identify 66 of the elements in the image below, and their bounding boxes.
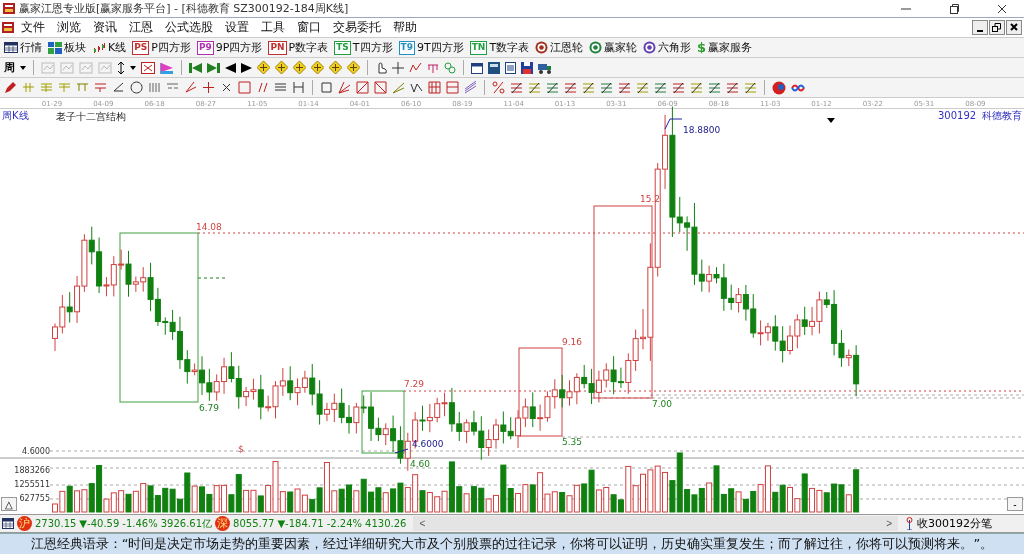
index-amount: 4130.26 (365, 518, 407, 529)
price-label: 7.29 (404, 379, 425, 389)
stock-code: 300192 (938, 110, 977, 121)
axis-label: 1255511 (14, 480, 50, 489)
index-change: ▼-184.71 (277, 518, 324, 529)
price-label: 18.8800 (683, 125, 721, 135)
toolbar-button[interactable]: TN T数字表 (469, 39, 530, 56)
menu-item[interactable]: 公式选股 (160, 19, 218, 36)
menu-item[interactable]: 设置 (220, 19, 254, 36)
letter-tag-icon: PS (132, 40, 150, 55)
price-label: 7.00 (652, 399, 673, 409)
menu-item[interactable]: 帮助 (388, 19, 422, 36)
window-title: 赢家江恩专业版[赢家服务平台] - [科德教育 SZ300192-184周K线] (19, 1, 350, 16)
toolbar-button[interactable]: K线 (92, 39, 127, 56)
scroll-left-button[interactable]: < (419, 518, 426, 529)
index-percent: -2.24% (326, 518, 363, 529)
toolbar-button[interactable]: TS T四方形 (334, 39, 393, 56)
price-label: 5.35 (562, 437, 583, 447)
menu-item[interactable]: 浏览 (52, 19, 86, 36)
period-dropdown[interactable]: 周 (4, 60, 15, 75)
menu-item[interactable]: 窗口 (292, 19, 326, 36)
price-label: 6.79 (199, 403, 220, 413)
letter-tag-icon: P9 (196, 40, 214, 55)
axis-label: 627755 (19, 494, 50, 503)
toolbar-button[interactable]: 赢家轮 (589, 39, 638, 56)
price-label: 4.60 (410, 459, 431, 469)
index-percent: -1.46% (122, 518, 158, 529)
menu-item[interactable]: 工具 (256, 19, 290, 36)
feed-label: 收300192分笔 (917, 516, 992, 531)
toolbar-button[interactable]: $赢家服务 (697, 39, 753, 56)
toolbar-button[interactable]: 江恩轮 (535, 39, 584, 56)
index-value: 2730.15 (35, 518, 77, 529)
toolbar-button[interactable]: 行情 (4, 39, 42, 56)
menu-item[interactable]: 文件 (16, 19, 50, 36)
menu-item[interactable]: 交易委托 (328, 19, 386, 36)
index-badge: 沪 (17, 516, 32, 531)
letter-tag-icon: PN (268, 40, 287, 55)
toolbar-button[interactable]: PN P数字表 (268, 39, 329, 56)
study-title: 老子十二宫结构 (56, 111, 126, 122)
letter-tag-icon: TN (469, 40, 488, 55)
dollar-icon: $ (697, 40, 707, 55)
stock-name: 科德教育 (982, 110, 1022, 121)
menu-item[interactable]: 资讯 (88, 19, 122, 36)
toolbar-button[interactable]: 板块 (48, 39, 86, 56)
period-label: 周K线 (2, 110, 29, 121)
quote-text: 江恩经典语录：“时间是决定市场走势的重要因素，经过详细研究大市及个别股票的过往记录，你将可以证明，历史确实重复发生；而了解过往，你将可以预测将来。”。 (30, 535, 994, 553)
axis-label: 4.6000 (22, 447, 50, 456)
toolbar-button[interactable]: T9 9T四方形 (398, 39, 464, 56)
panel-up-button[interactable]: △ (1, 497, 17, 511)
index-amount: 3926.61亿 (160, 516, 213, 531)
price-label: 4.6000 (412, 439, 444, 449)
index-badge: 深 (215, 516, 231, 531)
letter-tag-icon: TS (334, 40, 351, 55)
menu-item[interactable]: 江恩 (124, 19, 158, 36)
price-label: 9.16 (562, 337, 583, 347)
panel-down-button[interactable]: - (1007, 497, 1023, 511)
price-label: $ (238, 444, 244, 454)
scroll-right-button[interactable]: > (886, 518, 892, 529)
price-label: 14.08 (196, 222, 222, 232)
toolbar-button[interactable]: P9 9P四方形 (196, 39, 263, 56)
axis-label: 1883266 (14, 466, 50, 475)
toolbar-button[interactable]: PS P四方形 (132, 39, 191, 56)
letter-tag-icon: T9 (398, 40, 415, 55)
index-change: ▼-40.59 (79, 518, 120, 529)
index-value: 8055.77 (233, 518, 275, 529)
toolbar-button[interactable]: 六角形 (643, 39, 692, 56)
